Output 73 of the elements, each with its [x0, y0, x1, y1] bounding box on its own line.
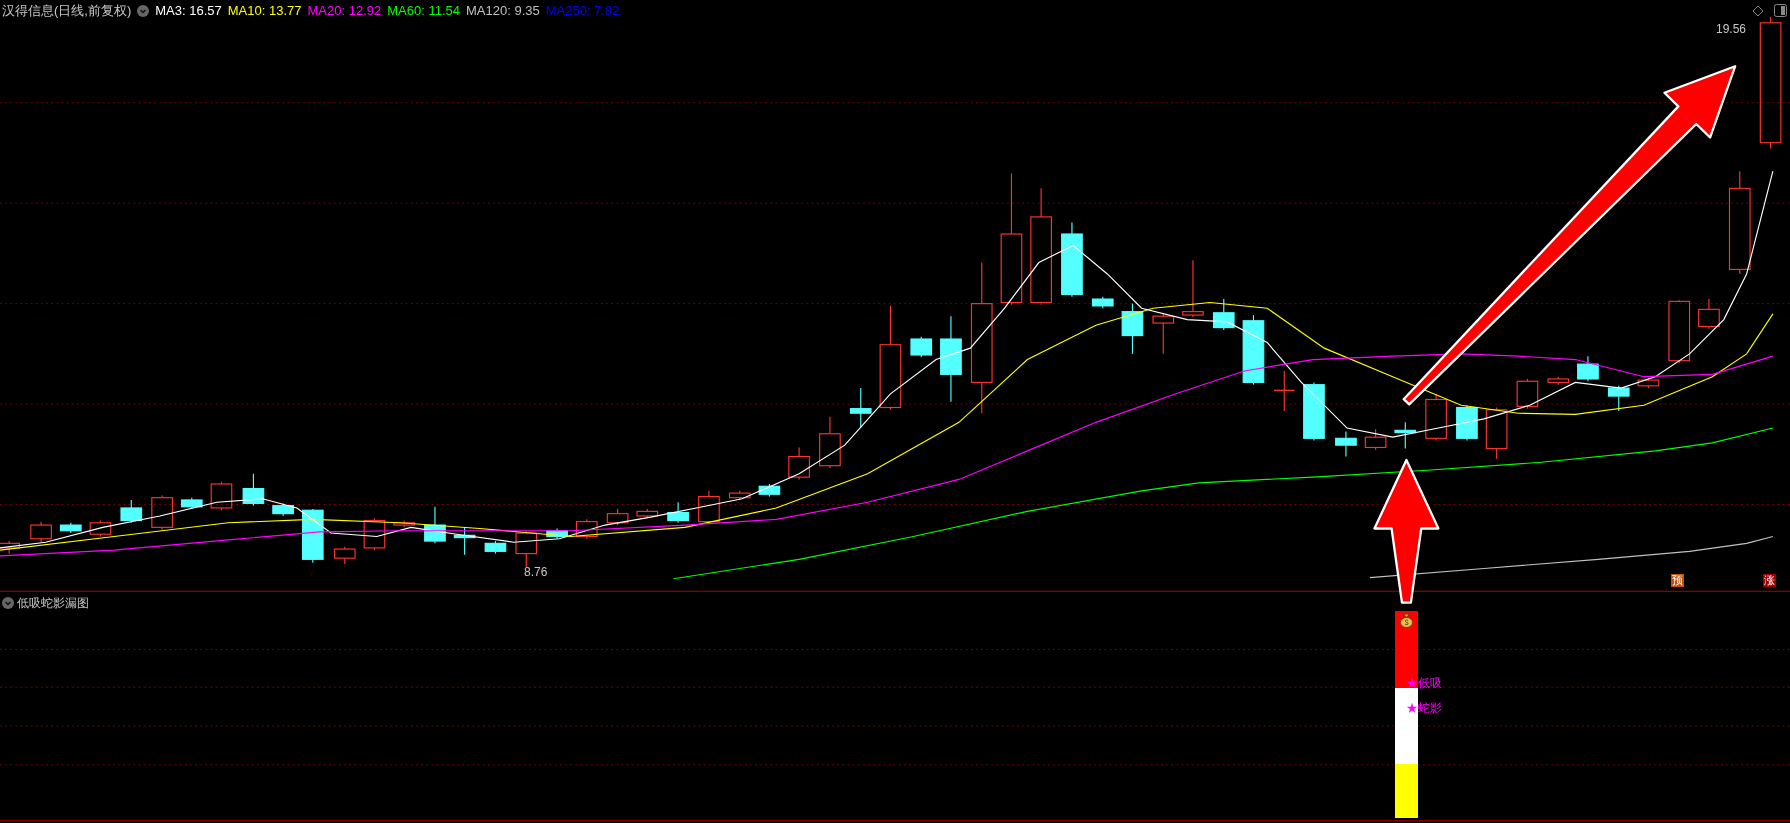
candlestick	[393, 519, 415, 528]
arrow-icon	[1402, 65, 1737, 406]
candlestick	[1425, 393, 1447, 442]
low-price-label: 8.76	[524, 564, 548, 581]
candlestick	[424, 506, 446, 544]
chevron-down-icon[interactable]	[2, 597, 14, 609]
candlestick	[1212, 298, 1235, 331]
signal-label: ★蛇影	[1406, 701, 1442, 715]
candlestick	[1152, 313, 1175, 355]
candlestick	[849, 387, 872, 429]
moving-average-value: MA3: 16.57	[155, 2, 222, 20]
candlestick	[698, 490, 720, 525]
candlestick	[1547, 376, 1570, 386]
candlestick	[89, 519, 112, 538]
signal-label: ★低吸	[1406, 676, 1442, 690]
candlestick	[1485, 406, 1508, 460]
candlestick	[606, 508, 629, 526]
candlestick	[1303, 381, 1325, 442]
candlestick	[333, 546, 356, 565]
candlestick	[151, 494, 173, 531]
candlestick	[515, 530, 538, 568]
candlestick	[910, 336, 933, 358]
candlestick	[1607, 385, 1630, 412]
candlestick	[758, 483, 781, 498]
candlestick	[242, 473, 265, 507]
candlestick	[272, 502, 294, 517]
moving-average-value: MA10: 13.77	[227, 2, 302, 20]
candlestick	[1394, 421, 1417, 450]
candlestick	[180, 497, 203, 510]
candlestick	[120, 499, 143, 524]
candlestick	[484, 540, 507, 555]
panel-toggle-icon[interactable]	[1774, 4, 1787, 17]
candlestick	[546, 527, 568, 540]
candlestick	[1577, 355, 1599, 382]
candlestick	[0, 540, 20, 555]
chevron-down-icon[interactable]	[137, 5, 150, 17]
candlestick	[363, 517, 386, 551]
candlestick	[210, 481, 233, 511]
moving-average-value: MA120: 9.35	[466, 2, 540, 20]
candlestick	[1182, 259, 1204, 318]
candlestick	[1698, 298, 1720, 330]
candlestick	[728, 490, 751, 501]
candlestick	[453, 526, 476, 556]
candlestick	[1242, 314, 1265, 386]
candlestick	[59, 522, 82, 534]
moving-average-value: MA20: 12.92	[307, 2, 382, 20]
moving-average-value: MA60: 11.54	[387, 2, 460, 20]
candlestick	[788, 446, 810, 480]
indicator-title: 低吸蛇影漏图	[17, 595, 89, 612]
high-price-label: 19.56	[1716, 21, 1747, 38]
candlestick	[30, 521, 52, 543]
candlestick	[1335, 430, 1357, 458]
signal-badge: 涨	[1763, 574, 1776, 587]
arrow-icon	[1373, 458, 1440, 604]
signal-bar-segment	[1395, 764, 1418, 818]
candlestick	[301, 508, 324, 564]
candlestick	[1516, 378, 1539, 410]
candlestick	[819, 416, 841, 469]
signal-badge: 预	[1671, 574, 1684, 587]
candlestick	[636, 508, 659, 519]
candlestick	[1273, 370, 1296, 412]
candlestick	[1364, 428, 1387, 451]
candlestick	[667, 501, 689, 524]
candlestick	[1121, 303, 1144, 355]
chart-title: 汉得信息(日线,前复权)	[2, 2, 132, 20]
candlestick	[1637, 377, 1660, 389]
candlestick	[1456, 404, 1478, 442]
moving-average-value: MA250: 7.82	[545, 2, 620, 20]
candlestick	[1091, 296, 1114, 309]
candlestick	[575, 518, 598, 540]
money-bag-icon	[1399, 613, 1414, 628]
candlestick	[1668, 299, 1691, 364]
diamond-icon[interactable]	[1752, 5, 1764, 17]
